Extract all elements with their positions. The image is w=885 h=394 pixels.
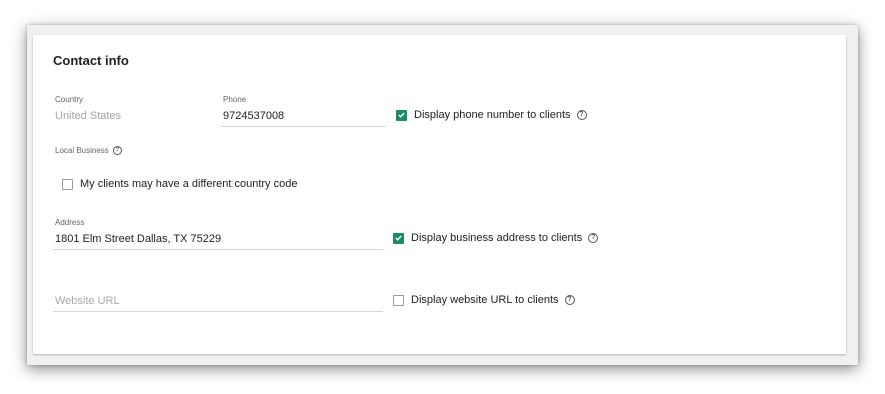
display-website-checkbox[interactable] [393,294,404,306]
display-website-row: Display website URL to clients ? [393,294,575,306]
website-url-placeholder: Website URL [55,295,120,307]
different-country-code-checkbox[interactable] [62,178,73,190]
checkmark-icon [395,235,402,241]
display-phone-label[interactable]: Display phone number to clients [414,109,571,121]
display-phone-row: Display phone number to clients ? [396,109,587,121]
question-circle-icon[interactable]: ? [588,233,599,243]
display-address-row: Display business address to clients ? [393,232,599,244]
phone-label: Phone [223,95,247,104]
country-value: United States [55,110,122,122]
checkmark-icon [398,112,405,118]
country-label: Country [55,95,84,104]
address-input[interactable]: 1801 Elm Street Dallas, TX 75229 [53,229,383,250]
display-website-label[interactable]: Display website URL to clients [411,294,559,306]
different-country-code-label[interactable]: My clients may have a different country … [80,178,297,190]
section-title: Contact info [53,53,129,68]
website-url-input[interactable]: Website URL [53,291,383,312]
question-circle-icon[interactable]: ? [564,295,575,305]
address-label: Address [55,218,85,227]
different-country-code-row: My clients may have a different country … [62,178,297,190]
local-business-heading: Local Business ? [55,146,122,155]
phone-input[interactable]: 9724537008 [221,106,386,127]
display-address-label[interactable]: Display business address to clients [411,232,582,244]
question-circle-icon[interactable]: ? [112,146,122,155]
contact-info-card: Contact info Country United States Phone… [33,35,846,354]
local-business-label: Local Business [55,146,109,155]
phone-value: 9724537008 [223,110,285,122]
display-phone-checkbox[interactable] [396,109,407,121]
app-window: Contact info Country United States Phone… [27,25,858,365]
question-circle-icon[interactable]: ? [576,110,587,120]
address-value: 1801 Elm Street Dallas, TX 75229 [55,233,222,245]
display-address-checkbox[interactable] [393,232,404,244]
country-field: United States [53,106,203,126]
